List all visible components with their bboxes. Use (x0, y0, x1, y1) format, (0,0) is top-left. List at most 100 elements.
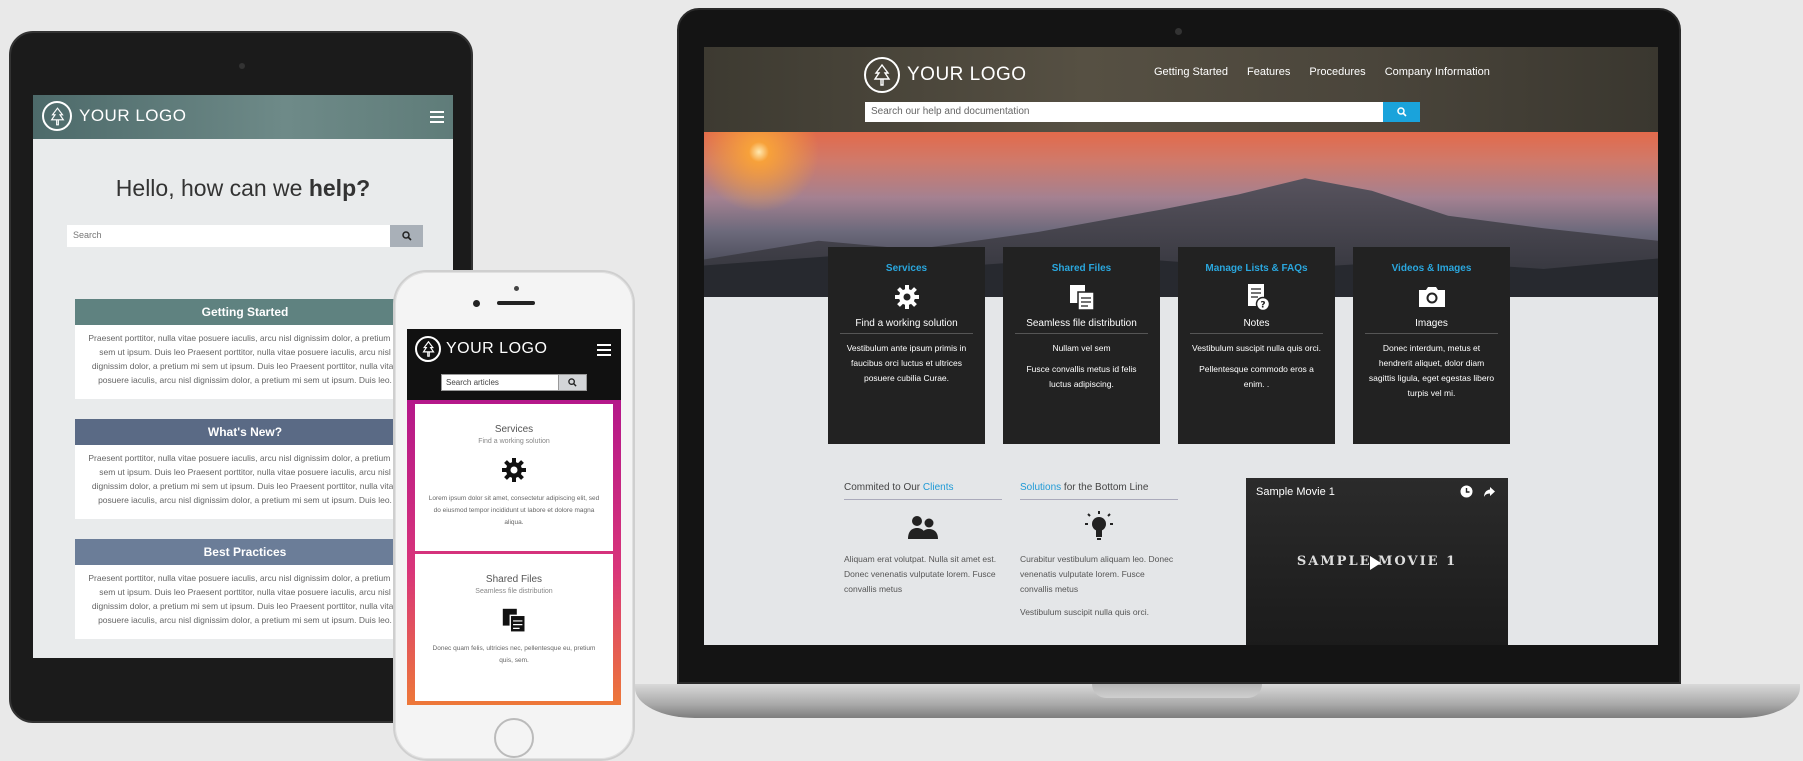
card-subtitle: Images (1365, 318, 1498, 334)
documents-icon (415, 603, 613, 637)
card-subtitle: Find a working solution (840, 318, 973, 334)
phone-cards: Services Find a working solution Lorem i… (407, 400, 621, 705)
service-cards: Services Find a working solution Vestibu… (828, 247, 1510, 444)
phone-logo[interactable]: YOUR LOGO (415, 336, 547, 362)
card-shared-files[interactable]: Shared Files Seamless file distribution … (415, 554, 613, 701)
card-title: Shared Files (1051, 263, 1112, 274)
laptop-device: YOUR LOGO Getting Started Features Proce… (677, 8, 1681, 684)
menu-icon[interactable] (597, 344, 611, 356)
section-body: Praesent porttitor, nulla vitae posuere … (88, 333, 402, 385)
logo-text: YOUR LOGO (446, 340, 548, 357)
phone-header: YOUR LOGO (407, 329, 621, 369)
search-input[interactable]: Search our help and documentation (865, 102, 1383, 122)
tablet-logo[interactable]: YOUR LOGO (42, 101, 186, 131)
menu-icon[interactable] (430, 111, 444, 123)
share-icon[interactable] (1483, 485, 1496, 498)
heading-text: Commited to Our (844, 482, 923, 493)
search-icon (568, 378, 577, 387)
heading-text: for the Bottom Line (1061, 482, 1149, 493)
section-heading[interactable]: Best Practices (75, 539, 415, 565)
nav-procedures[interactable]: Procedures (1309, 66, 1365, 78)
logo-text: YOUR LOGO (907, 64, 1027, 85)
section-getting-started: Getting Started Praesent porttitor, null… (75, 299, 415, 399)
section-heading[interactable]: What's New? (75, 419, 415, 445)
card-text: Vestibulum ante ipsum primis in faucibus… (846, 343, 967, 383)
card-title: Shared Files (485, 574, 543, 585)
card-shared-files[interactable]: Shared Files Seamless file distribution … (1003, 247, 1160, 444)
solutions-column: Solutions for the Bottom Line Curabitur … (1020, 482, 1178, 620)
video-title: Sample Movie 1 (1256, 486, 1335, 498)
faq-document-icon: ? (1186, 282, 1327, 312)
gear-icon (836, 282, 977, 312)
laptop-notch (1092, 684, 1262, 698)
search-icon (1396, 107, 1407, 117)
search-input[interactable]: Search articles (442, 375, 558, 390)
column-text: Curabitur vestibulum aliquam leo. Donec … (1020, 554, 1174, 594)
card-videos-images[interactable]: Videos & Images Images Donec interdum, m… (1353, 247, 1510, 444)
greeting-heading: Hello, how can we help? (33, 175, 453, 202)
video-player[interactable]: Sample Movie 1 SAMPLE MOVIE 1 (1246, 478, 1508, 645)
phone-device: YOUR LOGO Search articles Services Find … (393, 270, 635, 761)
svg-text:?: ? (1260, 301, 1265, 311)
video-controls (1460, 485, 1496, 498)
site-logo[interactable]: YOUR LOGO (864, 57, 1027, 93)
card-text: Fusce convallis metus id felis luctus ad… (1026, 364, 1137, 389)
search-input[interactable]: Search (67, 225, 390, 247)
card-subtitle: Seamless file distribution (475, 588, 553, 595)
card-text: Nullam vel sem (1052, 343, 1111, 353)
laptop-camera (1175, 28, 1182, 35)
card-subtitle: Notes (1190, 318, 1323, 334)
tablet-search-bar: Search (67, 225, 423, 247)
phone-display: YOUR LOGO Search articles Services Find … (407, 329, 621, 705)
card-subtitle: Seamless file distribution (1015, 318, 1148, 334)
greeting-text: Hello, how can we (115, 175, 309, 201)
greeting-bold: help? (308, 175, 371, 201)
documents-icon (1011, 282, 1152, 312)
card-title: Services (885, 263, 928, 274)
column-text: Vestibulum suscipit nulla quis orci. (1020, 607, 1149, 617)
card-subtitle: Find a working solution (478, 438, 550, 445)
column-heading: Commited to Our Clients (844, 482, 1002, 500)
tablet-header: YOUR LOGO (33, 95, 453, 139)
section-body: Praesent porttitor, nulla vitae posuere … (88, 573, 402, 625)
clock-icon[interactable] (1460, 485, 1473, 498)
card-title: Manage Lists & FAQs (1205, 263, 1308, 274)
play-icon[interactable] (1370, 556, 1381, 570)
users-icon (844, 508, 1002, 546)
card-services[interactable]: Services Find a working solution Lorem i… (415, 404, 613, 551)
column-text: Aliquam erat volutpat. Nulla sit amet es… (844, 554, 997, 594)
clients-link[interactable]: Clients (923, 482, 954, 493)
section-heading[interactable]: Getting Started (75, 299, 415, 325)
main-nav: Getting Started Features Procedures Comp… (1154, 66, 1490, 78)
home-button[interactable] (494, 718, 534, 758)
camera-icon (1361, 282, 1502, 312)
site-header: YOUR LOGO Getting Started Features Proce… (704, 47, 1658, 132)
card-text: Vestibulum suscipit nulla quis orci. (1192, 343, 1321, 353)
laptop-base (635, 684, 1800, 718)
section-whats-new: What's New? Praesent porttitor, nulla vi… (75, 419, 415, 519)
tree-logo-icon (864, 57, 900, 93)
nav-features[interactable]: Features (1247, 66, 1290, 78)
tablet-camera (239, 63, 245, 69)
card-services[interactable]: Services Find a working solution Vestibu… (828, 247, 985, 444)
card-text: Donec interdum, metus et hendrerit aliqu… (1368, 343, 1495, 398)
section-body: Praesent porttitor, nulla vitae posuere … (88, 453, 402, 505)
nav-company-information[interactable]: Company Information (1385, 66, 1490, 78)
column-heading: Solutions for the Bottom Line (1020, 482, 1178, 500)
card-title: Videos & Images (1391, 263, 1472, 274)
tree-logo-icon (42, 101, 72, 131)
search-button[interactable] (558, 375, 586, 390)
solutions-link[interactable]: Solutions (1020, 482, 1061, 493)
search-button[interactable] (390, 225, 423, 247)
tablet-display: YOUR LOGO Hello, how can we help? Search… (33, 95, 453, 658)
card-text: Pellentesque commodo eros a enim. . (1199, 364, 1314, 389)
gear-icon (415, 453, 613, 487)
logo-text: YOUR LOGO (79, 106, 187, 125)
card-manage-lists-faqs[interactable]: Manage Lists & FAQs ? Notes Vestibulum s… (1178, 247, 1335, 444)
laptop-display: YOUR LOGO Getting Started Features Proce… (704, 47, 1658, 645)
card-title: Services (494, 424, 534, 435)
tree-logo-icon (415, 336, 441, 362)
phone-search-bar: Search articles (441, 374, 587, 391)
search-button[interactable] (1383, 102, 1420, 122)
nav-getting-started[interactable]: Getting Started (1154, 66, 1228, 78)
